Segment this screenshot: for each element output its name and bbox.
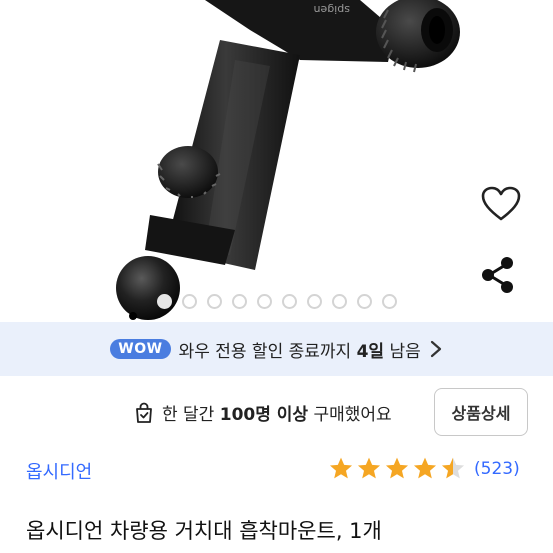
pagination-dot[interactable] — [306, 294, 322, 309]
brand-link[interactable]: 옵시디언 — [26, 458, 92, 484]
chevron-right-icon — [430, 340, 441, 358]
wow-badge: WOW — [110, 339, 171, 359]
pagination-dot[interactable] — [181, 294, 197, 309]
star-icon — [357, 457, 381, 479]
wow-days: 4일 — [356, 341, 385, 362]
star-icon — [413, 457, 437, 479]
pagination-dot[interactable] — [381, 294, 397, 309]
pagination-dot[interactable] — [331, 294, 347, 309]
star-icon — [329, 457, 353, 479]
rating-summary[interactable]: (523) — [328, 456, 520, 482]
star-icon — [441, 457, 465, 479]
star-icon — [385, 457, 409, 479]
like-button[interactable] — [481, 186, 525, 230]
purchase-text: 한 달간 100명 이상 구매했어요 — [162, 400, 392, 425]
gallery-pagination — [0, 294, 553, 309]
wow-discount-banner[interactable]: WOW 와우 전용 할인 종료까지 4일 남음 — [0, 322, 553, 376]
product-detail-button[interactable]: 상품상세 — [434, 388, 528, 436]
purchase-prefix: 한 달간 — [162, 405, 220, 425]
review-count: (523) — [474, 459, 520, 479]
wow-text-prefix: 와우 전용 할인 종료까지 — [178, 341, 357, 362]
wow-text-suffix: 남음 — [384, 341, 421, 362]
share-icon — [482, 257, 513, 293]
pagination-dot[interactable] — [281, 294, 297, 309]
heart-icon — [481, 186, 521, 221]
pagination-dot[interactable] — [356, 294, 372, 309]
svg-text:spigen: spigen — [313, 3, 350, 16]
purchase-summary-row: 한 달간 100명 이상 구매했어요 상품상세 — [0, 388, 553, 436]
shopping-bag-icon — [136, 402, 152, 423]
wow-countdown-text: 와우 전용 할인 종료까지 4일 남음 — [179, 337, 421, 362]
product-title: 옵시디언 차량용 거치대 흡착마운트, 1개 — [26, 519, 382, 543]
mount-illustration: spigen — [116, 0, 460, 320]
pagination-dot[interactable] — [231, 294, 247, 309]
purchase-count: 100명 이상 — [219, 405, 309, 425]
rating-stars — [328, 456, 466, 482]
purchase-suffix: 구매했어요 — [308, 405, 392, 425]
pagination-dot[interactable] — [206, 294, 222, 309]
pagination-dot[interactable] — [256, 294, 272, 309]
pagination-dot[interactable] — [156, 294, 172, 309]
product-image[interactable]: spigen — [0, 0, 553, 322]
purchase-count-info: 한 달간 100명 이상 구매했어요 — [134, 400, 392, 425]
